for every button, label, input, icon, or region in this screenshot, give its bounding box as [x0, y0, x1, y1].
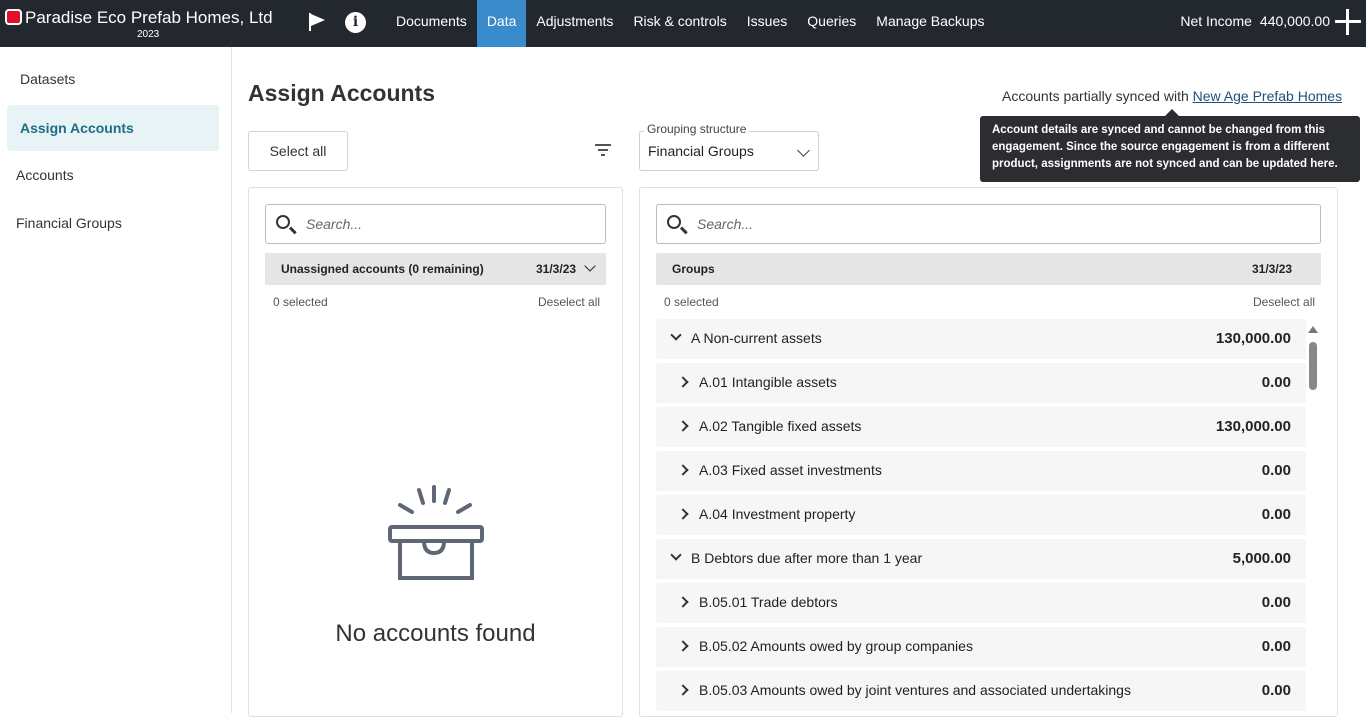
chevron-right-icon[interactable] — [677, 464, 689, 476]
select-all-button[interactable]: Select all — [248, 131, 348, 171]
group-row-value: 0.00 — [1261, 594, 1291, 611]
left-selected-count: 0 selected — [273, 295, 328, 309]
search-icon — [667, 215, 681, 229]
right-selected-count: 0 selected — [664, 295, 719, 309]
group-row-value: 130,000.00 — [1215, 330, 1291, 347]
info-icon[interactable]: i — [345, 12, 366, 33]
grouping-structure-value: Financial Groups — [648, 143, 754, 159]
chevron-right-icon[interactable] — [677, 640, 689, 652]
left-deselect-all[interactable]: Deselect all — [538, 295, 600, 309]
right-search-input[interactable]: Search... — [656, 204, 1321, 244]
chevron-down-icon[interactable] — [670, 549, 682, 561]
app-title[interactable]: Paradise Eco Prefab Homes, Ltd — [25, 8, 273, 28]
sync-status-text: Accounts partially synced with — [1002, 88, 1189, 104]
flag-icon[interactable] — [307, 12, 327, 32]
group-row[interactable]: B Debtors due after more than 1 year 5,0… — [656, 539, 1306, 579]
nav-data[interactable]: Data — [476, 0, 527, 47]
nav-issues[interactable]: Issues — [737, 0, 797, 47]
group-row-label: B Debtors due after more than 1 year — [691, 550, 923, 566]
scroll-up-arrow-icon[interactable] — [1308, 326, 1318, 333]
net-income: Net Income 440,000.00 — [1180, 13, 1330, 29]
nav-documents[interactable]: Documents — [386, 0, 477, 47]
search-icon — [276, 215, 290, 229]
sidebar-item-accounts[interactable]: Accounts — [0, 152, 212, 198]
groups-header: Groups 31/3/23 — [656, 253, 1321, 285]
right-deselect-all[interactable]: Deselect all — [1253, 295, 1315, 309]
group-row[interactable]: B.05.03 Amounts owed by joint ventures a… — [656, 671, 1306, 711]
groups-header-date: 31/3/23 — [1252, 262, 1293, 276]
unassigned-accounts-header[interactable]: Unassigned accounts (0 remaining) 31/3/2… — [265, 253, 606, 285]
group-row[interactable]: A.01 Intangible assets 0.00 — [656, 363, 1306, 403]
group-row-value: 0.00 — [1261, 682, 1291, 699]
group-row-value: 0.00 — [1261, 374, 1291, 391]
chevron-right-icon[interactable] — [677, 684, 689, 696]
unassigned-accounts-label: Unassigned accounts (0 remaining) — [281, 262, 484, 276]
group-row-label: A.04 Investment property — [699, 506, 856, 522]
app-year: 2023 — [137, 29, 160, 40]
sync-status: Accounts partially synced with New Age P… — [1002, 88, 1342, 104]
sidebar: Datasets Assign Accounts Accounts Financ… — [0, 47, 232, 713]
chevron-down-icon[interactable] — [670, 329, 682, 341]
net-income-label: Net Income — [1180, 13, 1252, 29]
sync-tooltip: Account details are synced and cannot be… — [980, 109, 1360, 182]
empty-state-text: No accounts found — [335, 620, 536, 647]
chevron-down-icon — [797, 144, 810, 157]
chevron-right-icon[interactable] — [677, 420, 689, 432]
left-search-placeholder: Search... — [306, 216, 363, 232]
scrollbar-thumb[interactable] — [1309, 342, 1317, 390]
right-search-placeholder: Search... — [697, 216, 754, 232]
group-row-value: 0.00 — [1261, 506, 1291, 523]
chevron-right-icon[interactable] — [677, 508, 689, 520]
group-row[interactable]: A Non-current assets 130,000.00 — [656, 319, 1306, 359]
left-search-input[interactable]: Search... — [265, 204, 606, 244]
group-row-value: 0.00 — [1261, 462, 1291, 479]
nav-manage-backups[interactable]: Manage Backups — [866, 0, 994, 47]
group-row-label: A.02 Tangible fixed assets — [699, 418, 862, 434]
group-row-label: B.05.01 Trade debtors — [699, 594, 838, 610]
nav-adjustments[interactable]: Adjustments — [526, 0, 623, 47]
grouping-structure-select[interactable]: Financial Groups — [639, 131, 819, 171]
grouping-structure-label: Grouping structure — [644, 122, 750, 136]
chevron-right-icon[interactable] — [677, 376, 689, 388]
group-row[interactable]: A.02 Tangible fixed assets 130,000.00 — [656, 407, 1306, 447]
group-row[interactable]: A.03 Fixed asset investments 0.00 — [656, 451, 1306, 491]
page-title: Assign Accounts — [248, 80, 436, 106]
group-row[interactable]: B.05.02 Amounts owed by group companies … — [656, 627, 1306, 667]
top-bar: Paradise Eco Prefab Homes, Ltd 2023 i Do… — [0, 0, 1366, 47]
group-row-value: 130,000.00 — [1215, 418, 1291, 435]
filter-icon[interactable] — [592, 142, 614, 160]
net-income-value: 440,000.00 — [1259, 13, 1330, 29]
group-row[interactable]: A.04 Investment property 0.00 — [656, 495, 1306, 535]
group-row[interactable]: B.05.01 Trade debtors 0.00 — [656, 583, 1306, 623]
group-row-label: B.05.03 Amounts owed by joint ventures a… — [699, 682, 1131, 698]
group-row-label: A Non-current assets — [691, 330, 822, 346]
sidebar-item-assign-accounts[interactable]: Assign Accounts — [7, 105, 219, 151]
groups-header-label: Groups — [672, 262, 715, 276]
add-icon[interactable] — [1335, 9, 1361, 35]
unassigned-accounts-date: 31/3/23 — [536, 262, 577, 276]
group-row-label: A.01 Intangible assets — [699, 374, 837, 390]
chevron-right-icon[interactable] — [677, 596, 689, 608]
group-row-value: 5,000.00 — [1232, 550, 1291, 567]
chevron-down-icon[interactable] — [584, 260, 596, 272]
app-logo-icon — [5, 9, 22, 25]
nav-queries[interactable]: Queries — [797, 0, 866, 47]
sidebar-item-datasets[interactable]: Datasets — [7, 56, 219, 102]
group-row-label: A.03 Fixed asset investments — [699, 462, 882, 478]
main-nav: Documents Data Adjustments Risk & contro… — [386, 0, 994, 47]
sync-source-link[interactable]: New Age Prefab Homes — [1193, 88, 1342, 104]
sidebar-item-financial-groups[interactable]: Financial Groups — [0, 200, 212, 246]
nav-risk-controls[interactable]: Risk & controls — [623, 0, 736, 47]
empty-box-icon — [388, 485, 484, 580]
group-row-label: B.05.02 Amounts owed by group companies — [699, 638, 973, 654]
group-row-value: 0.00 — [1261, 638, 1291, 655]
